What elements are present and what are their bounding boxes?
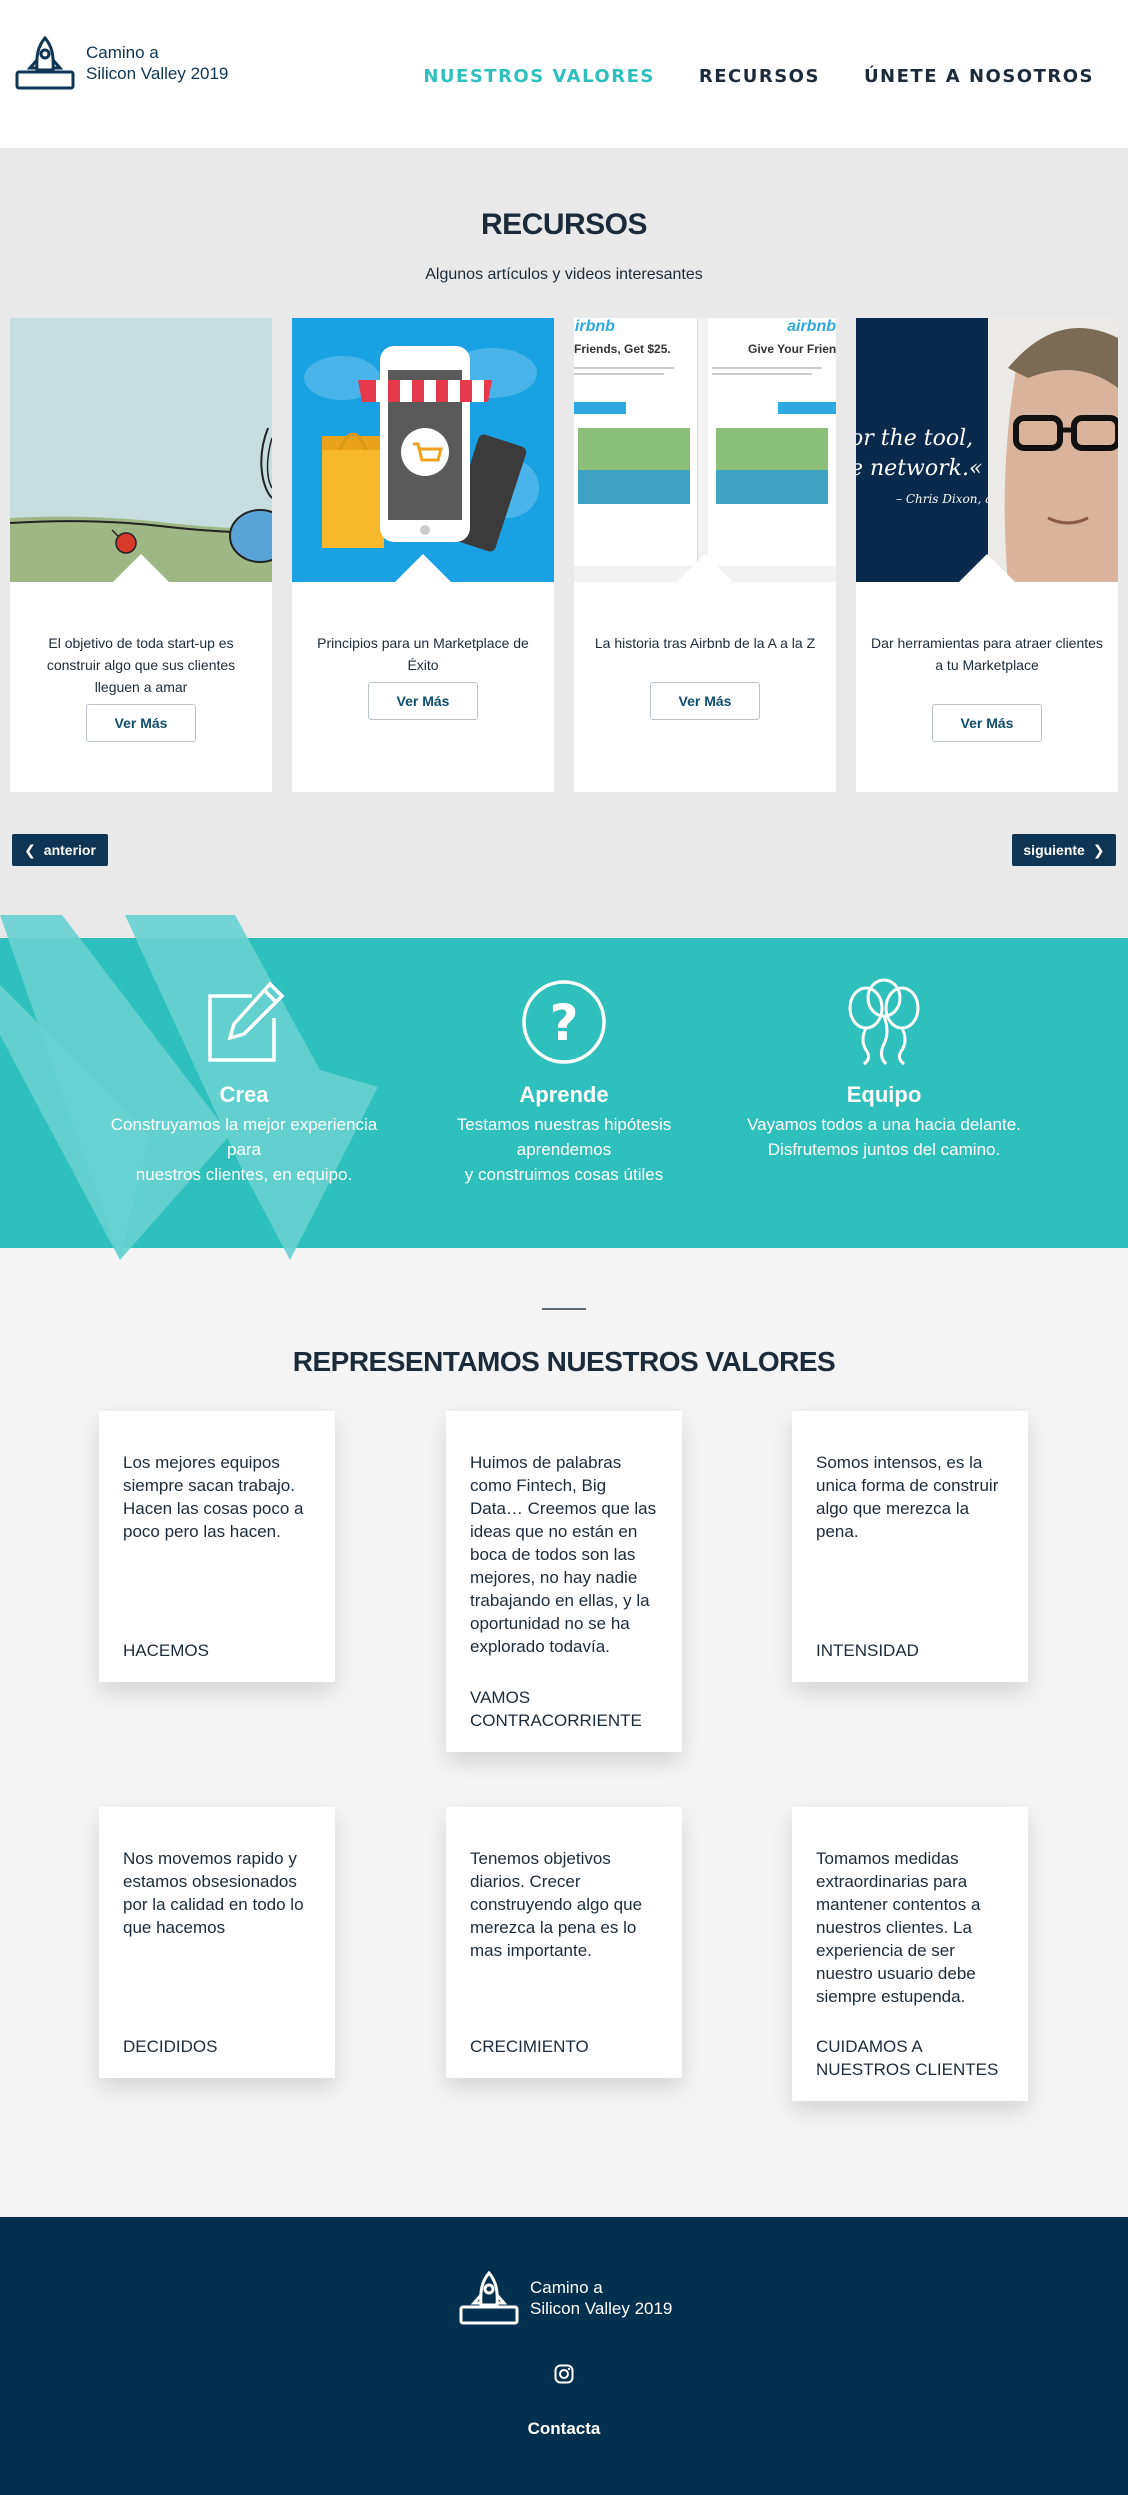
resource-text: Dar herramientas para atraer clientes a … [871,635,1103,673]
section-divider [542,1308,586,1310]
value-card: Los mejores equipos siempre sacan trabaj… [99,1411,335,1682]
resource-card: Principios para un Marketplace de Éxito … [292,318,554,792]
resource-text: El objetivo de toda start-up es construi… [46,635,236,695]
next-button[interactable]: siguiente ❯ [1012,834,1116,866]
resource-image-airbnb: airbnb Friends, Get $25. airbnb Give You… [574,318,836,582]
value-card: Nos movemos rapido y estamos obsesionado… [99,1807,335,2078]
site-footer: Camino a Silicon Valley 2019 Contacta [0,2217,1128,2495]
question-icon: ? [522,980,606,1064]
nav-recursos[interactable]: RECURSOS [699,66,820,87]
value-card: Tenemos objetivos diarios. Crecer constr… [446,1807,682,2078]
value-text: Testamos nuestras hipótesis aprendemos y… [456,1115,672,1184]
logo-line-2: Silicon Valley 2019 [86,64,229,83]
logo-line-1: Camino a [86,43,159,62]
next-label: siguiente [1023,842,1085,858]
value-aprende: ? Aprende Testamos nuestras hipótesis ap… [404,978,724,1187]
nav-nuestros-valores[interactable]: NUESTROS VALORES [423,66,655,87]
resource-image-bird [10,318,272,582]
chevron-left-icon: ❮ [24,841,36,858]
value-card-text: Nos movemos rapido y estamos obsesionado… [123,1849,304,1937]
value-text: Vayamos todos a una hacia delante. Disfr… [747,1115,1021,1159]
value-card-label: DECIDIDOS [123,2037,218,2056]
recursos-subtitle: Algunos artículos y videos interesantes [425,266,703,283]
resource-text: Principios para un Marketplace de Éxito [317,635,529,673]
rocket-logo-icon [15,35,75,90]
value-card-text: Somos intensos, es la unica forma de con… [816,1453,999,1541]
site-header: Camino a Silicon Valley 2019 NUESTROS VA… [0,0,1128,148]
rocket-logo-icon [459,2270,519,2325]
representamos-title: REPRESENTAMOS NUESTROS VALORES [292,1346,836,1377]
previous-label: anterior [43,842,96,858]
value-card: Huimos de palabras como Fintech, Big Dat… [446,1411,682,1752]
value-card-text: Tomamos medidas extraordinarias para man… [816,1849,981,2006]
value-card: Tomamos medidas extraordinarias para man… [792,1807,1028,2101]
main-nav: NUESTROS VALORES RECURSOS ÚNETE A NOSOTR… [423,66,1094,87]
recursos-section: RECURSOS Algunos artículos y videos inte… [0,148,1128,938]
value-card-label: CRECIMIENTO [470,2037,589,2056]
footer-logo-line-1: Camino a [530,2278,603,2297]
value-card-label: CUIDAMOS A NUESTROS CLIENTES [816,2037,999,2079]
value-title: Crea [219,1082,269,1107]
footer-logo-text: Camino a Silicon Valley 2019 [530,2277,672,2319]
ver-mas-button[interactable]: Ver Más [932,704,1042,742]
instagram-icon[interactable] [554,2364,574,2384]
resource-text: La historia tras Airbnb de la A a la Z [594,635,816,651]
recursos-title: RECURSOS [480,208,648,241]
ver-mas-button[interactable]: Ver Más [650,682,760,720]
resource-card: airbnb Friends, Get $25. airbnb Give You… [574,318,836,792]
pencil-icon [208,981,285,1062]
previous-button[interactable]: ❮ anterior [12,834,108,866]
value-equipo: Equipo Vayamos todos a una hacia delante… [724,978,1044,1162]
balloons-icon [848,978,920,1066]
value-title: Equipo [846,1082,922,1107]
resource-image-phone-shop [292,318,554,582]
footer-logo-line-2: Silicon Valley 2019 [530,2299,673,2318]
value-card-label: INTENSIDAD [816,1641,919,1660]
contact-link[interactable]: Contacta [0,2419,1128,2439]
ver-mas-button[interactable]: Ver Más [86,704,196,742]
value-card-text: Los mejores equipos siempre sacan trabaj… [123,1453,304,1541]
value-card-text: Huimos de palabras como Fintech, Big Dat… [470,1453,657,1656]
value-card-label: VAMOS CONTRACORRIENTE [470,1688,642,1730]
resource-image-chris-dixon: or the tool, e network.« – Chris Dixon, … [856,318,1118,582]
svg-text:?: ? [549,994,578,1052]
value-card: Somos intensos, es la unica forma de con… [792,1411,1028,1682]
chevron-right-icon: ❯ [1092,841,1105,858]
footer-logo[interactable]: Camino a Silicon Valley 2019 [458,2267,672,2329]
resource-card: El objetivo de toda start-up es construi… [10,318,272,792]
resource-card: or the tool, e network.« – Chris Dixon, … [856,318,1118,792]
value-text: Construyamos la mejor experiencia para n… [110,1115,378,1184]
site-logo[interactable]: Camino a Silicon Valley 2019 [14,32,228,94]
value-card-label: HACEMOS [123,1641,209,1660]
value-crea: Crea Construyamos la mejor experiencia p… [84,978,404,1187]
ver-mas-button[interactable]: Ver Más [368,682,478,720]
nav-unete[interactable]: ÚNETE A NOSOTROS [864,66,1094,87]
value-title: Aprende [519,1082,609,1107]
logo-text: Camino a Silicon Valley 2019 [86,42,228,84]
value-card-text: Tenemos objetivos diarios. Crecer constr… [470,1849,643,1960]
